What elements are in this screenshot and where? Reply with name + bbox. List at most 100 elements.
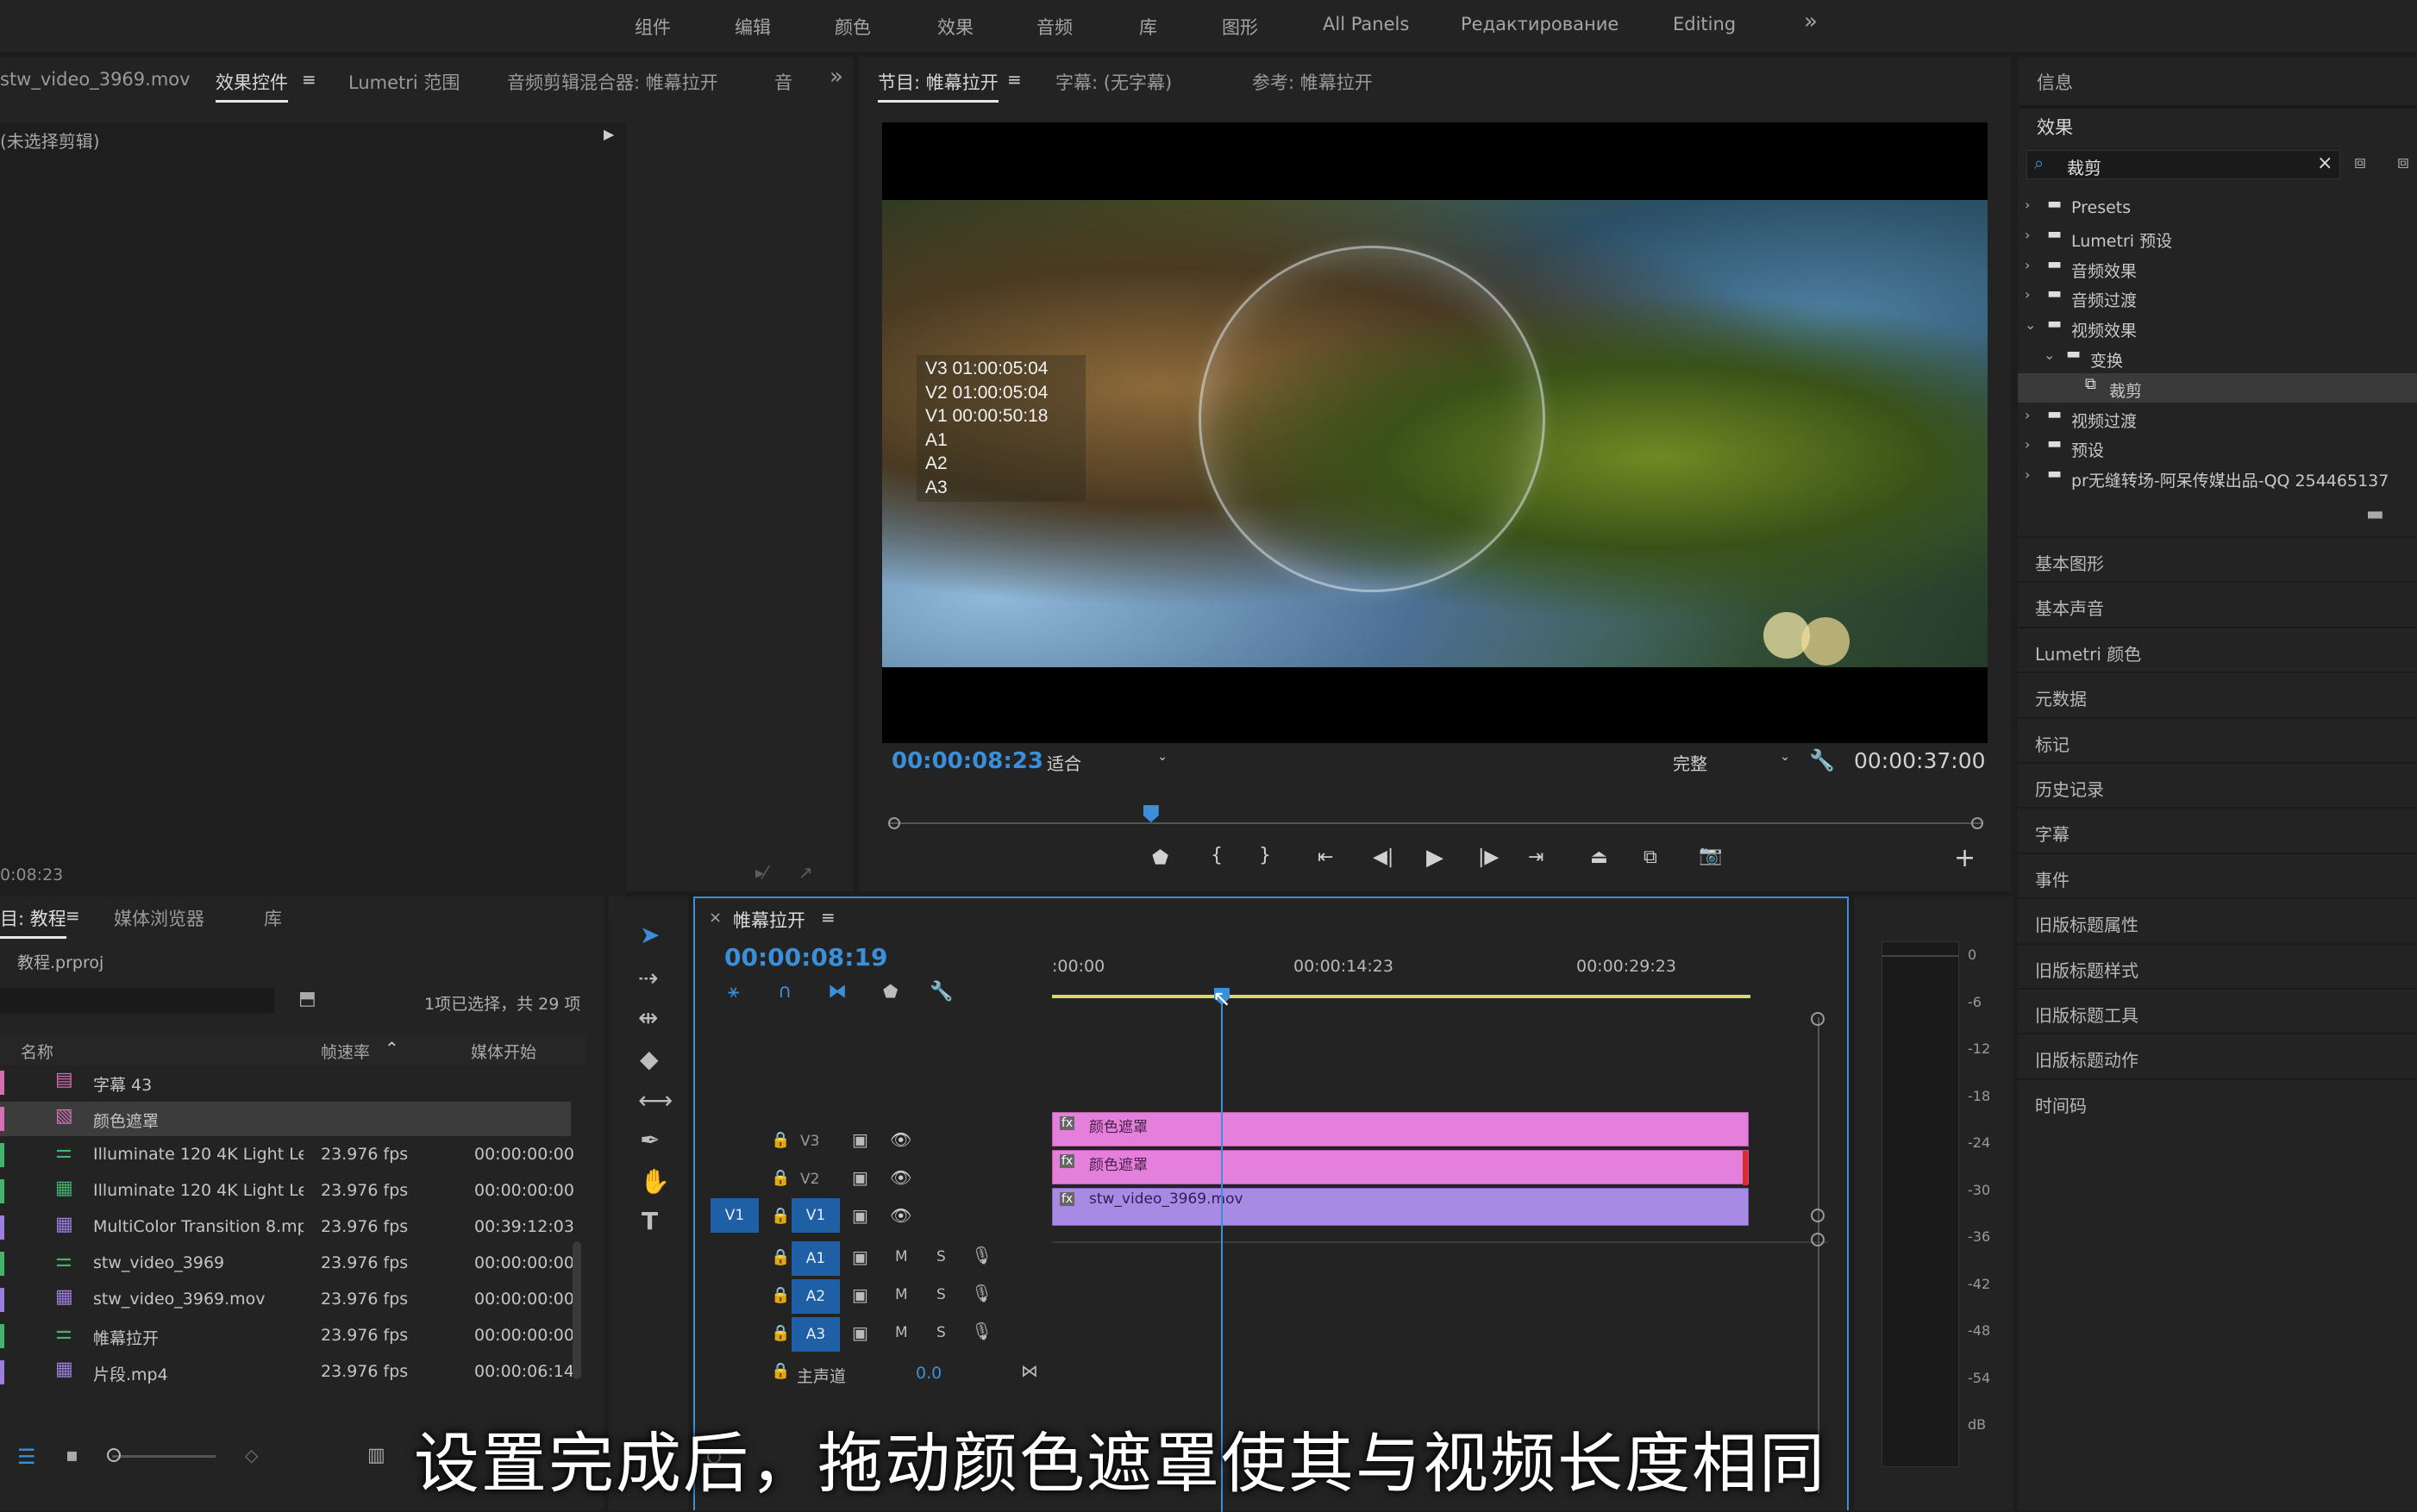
chevron-right-icon[interactable]: › xyxy=(2025,466,2030,483)
tab-captions[interactable]: 字幕: (无字幕) xyxy=(1055,69,1172,95)
go-to-end-icon[interactable]: ⋈ xyxy=(1021,1360,1038,1381)
play-icon[interactable]: ▶ xyxy=(1426,845,1443,871)
type-tool-icon[interactable]: T xyxy=(642,1207,658,1235)
clip-v1[interactable]: fx stw_video_3969.mov xyxy=(1052,1188,1749,1226)
scroll-handle[interactable] xyxy=(1811,1233,1825,1246)
track-target-a3[interactable]: A3 xyxy=(792,1317,840,1352)
wrench-icon[interactable]: 🔧 xyxy=(930,981,953,1003)
mark-in-icon[interactable]: { xyxy=(1211,845,1223,866)
tab-program[interactable]: 节目: 帷幕拉开 xyxy=(878,69,999,103)
workspace-tab[interactable]: 颜色 xyxy=(835,14,871,40)
add-marker-icon[interactable]: ⬟ xyxy=(1152,847,1168,869)
ripple-edit-tool-icon[interactable]: ⇹ xyxy=(638,1003,658,1032)
collapsed-panel-header[interactable]: 标记 xyxy=(2018,716,2417,760)
sync-lock-icon[interactable]: ▣ xyxy=(852,1167,868,1188)
lock-icon[interactable]: 🔒 xyxy=(771,1324,790,1342)
lock-icon[interactable]: 🔒 xyxy=(771,1286,790,1304)
expand-triangle-icon[interactable]: ▶ xyxy=(604,126,614,142)
lock-icon[interactable]: 🔒 xyxy=(771,1362,790,1380)
solo-button[interactable]: S xyxy=(936,1324,946,1341)
solo-button[interactable]: S xyxy=(936,1248,946,1265)
export-icon[interactable]: ↗ xyxy=(798,862,813,883)
lock-icon[interactable]: 🔒 xyxy=(771,1207,790,1225)
project-item-row[interactable]: ▧ 颜色遮罩 xyxy=(0,1102,571,1136)
collapsed-panel-header[interactable]: Lumetri 颜色 xyxy=(2018,626,2417,670)
tab-reference[interactable]: 参考: 帷幕拉开 xyxy=(1252,69,1373,95)
go-to-in-icon[interactable]: ⇤ xyxy=(1318,847,1333,868)
workspace-tab[interactable]: 音频 xyxy=(1036,14,1073,40)
sync-lock-icon[interactable]: ▣ xyxy=(852,1322,868,1343)
trim-handle[interactable] xyxy=(1743,1151,1748,1185)
effects-tree-item[interactable]: › ▬ 预设 xyxy=(2018,433,2417,462)
solo-button[interactable]: S xyxy=(936,1286,946,1303)
collapsed-panel-header[interactable]: 基本图形 xyxy=(2018,536,2417,579)
effects-tree-item[interactable]: › ▬ Presets xyxy=(2018,193,2417,222)
project-item-row[interactable]: ▦ 片段.mp4 23.976 fps 00:00:06:14 xyxy=(0,1355,574,1390)
list-view-icon[interactable]: ☰ xyxy=(17,1445,36,1469)
selection-tool-icon[interactable]: ➤ xyxy=(640,921,660,949)
zoom-handle-right[interactable] xyxy=(1971,817,1983,829)
tab-project[interactable]: 目: 教程 xyxy=(0,905,66,939)
lock-icon[interactable]: 🔒 xyxy=(771,1248,790,1266)
project-item-row[interactable]: ▦ MultiColor Transition 8.mp4 23.976 fps 00… xyxy=(0,1210,574,1245)
program-playhead[interactable] xyxy=(1143,805,1159,822)
tab-media-browser[interactable]: 媒体浏览器 xyxy=(114,905,204,931)
mute-button[interactable]: M xyxy=(895,1248,908,1265)
tab-effect-controls[interactable]: 效果控件 xyxy=(216,69,288,103)
workspace-overflow-icon[interactable]: » xyxy=(1804,9,1818,34)
scroll-handle[interactable] xyxy=(1811,1012,1825,1026)
close-icon[interactable]: × xyxy=(709,909,722,927)
icon-view-icon[interactable]: ▪ xyxy=(66,1445,78,1466)
sort-ascending-icon[interactable]: ⌃ xyxy=(385,1038,399,1059)
timeline-timecode[interactable]: 00:00:08:19 xyxy=(724,943,887,972)
project-item-row[interactable]: ▦ stw_video_3969.mov 23.976 fps 00:00:00:00 xyxy=(0,1283,574,1317)
source-patch-v1[interactable]: V1 xyxy=(711,1198,759,1233)
razor-tool-icon[interactable]: ◆ xyxy=(640,1045,659,1073)
collapsed-panel-header[interactable]: 时间码 xyxy=(2018,1078,2417,1122)
tab-audio-clip-mixer[interactable]: 音频剪辑混合器: 帷幕拉开 xyxy=(507,69,718,95)
tab-lumetri-scopes[interactable]: Lumetri 范围 xyxy=(348,69,460,95)
effects-tree-item[interactable]: ⧉ 裁剪 xyxy=(2018,372,2417,403)
tab-libraries[interactable]: 库 xyxy=(264,905,282,931)
effects-search-input[interactable]: ⌕ 裁剪 × xyxy=(2026,150,2340,179)
linked-selection-icon[interactable]: ⧓ xyxy=(828,981,847,1003)
microphone-icon[interactable]: 🎙 xyxy=(971,1245,992,1265)
program-time-ruler[interactable] xyxy=(888,805,1983,831)
track-select-tool-icon[interactable]: ⇢ xyxy=(638,964,658,992)
workspace-tab[interactable]: 效果 xyxy=(937,14,974,40)
program-timecode[interactable]: 00:00:08:23 xyxy=(892,748,1043,774)
export-frame-icon[interactable]: 📷 xyxy=(1699,845,1722,866)
workspace-tab[interactable]: 编辑 xyxy=(735,14,771,40)
go-to-out-icon[interactable]: ⇥ xyxy=(1528,847,1543,868)
chevron-right-icon[interactable]: › xyxy=(2025,286,2030,303)
column-media-start[interactable]: 媒体开始 xyxy=(471,1040,536,1063)
pen-tool-icon[interactable]: ✒ xyxy=(640,1126,660,1154)
clear-search-icon[interactable]: × xyxy=(2317,153,2332,174)
sync-lock-icon[interactable]: ▣ xyxy=(852,1205,868,1226)
mark-out-icon[interactable]: } xyxy=(1259,845,1271,866)
panel-overflow-icon[interactable]: » xyxy=(830,64,843,90)
new-folder-icon[interactable]: ▬ xyxy=(2366,503,2384,525)
slip-tool-icon[interactable]: ⟷ xyxy=(638,1086,673,1115)
eye-icon[interactable]: 👁 xyxy=(890,1205,911,1226)
tab-audio[interactable]: 音 xyxy=(774,69,792,95)
zoom-slider-handle[interactable] xyxy=(107,1448,121,1462)
track-label-v2[interactable]: V2 xyxy=(800,1171,819,1188)
panel-menu-icon[interactable]: ≡ xyxy=(66,905,80,926)
step-forward-icon[interactable]: |▶ xyxy=(1478,847,1499,868)
column-framerate[interactable]: 帧速率 xyxy=(321,1040,370,1063)
lock-icon[interactable]: 🔒 xyxy=(771,1169,790,1187)
chevron-right-icon[interactable]: › xyxy=(2025,197,2030,213)
clip-v2[interactable]: fx 颜色遮罩 xyxy=(1052,1150,1749,1185)
clip-v3[interactable]: fx 颜色遮罩 xyxy=(1052,1112,1749,1146)
microphone-icon[interactable]: 🎙 xyxy=(971,1321,992,1341)
track-label-v3[interactable]: V3 xyxy=(800,1133,819,1150)
snap-icon[interactable]: ∩ xyxy=(778,981,792,1003)
collapsed-panel-header[interactable]: 旧版标题样式 xyxy=(2018,942,2417,986)
effects-tree-item[interactable]: ⌄ ▬ 视频效果 xyxy=(2018,313,2417,342)
fit-select[interactable]: 适合 ⌄ xyxy=(1047,750,1171,778)
step-back-icon[interactable]: ◀| xyxy=(1373,847,1393,868)
workspace-tab[interactable]: 组件 xyxy=(635,14,671,40)
microphone-icon[interactable]: 🎙 xyxy=(971,1283,992,1303)
effects-tree-item[interactable]: › ▬ 音频过渡 xyxy=(2018,283,2417,312)
